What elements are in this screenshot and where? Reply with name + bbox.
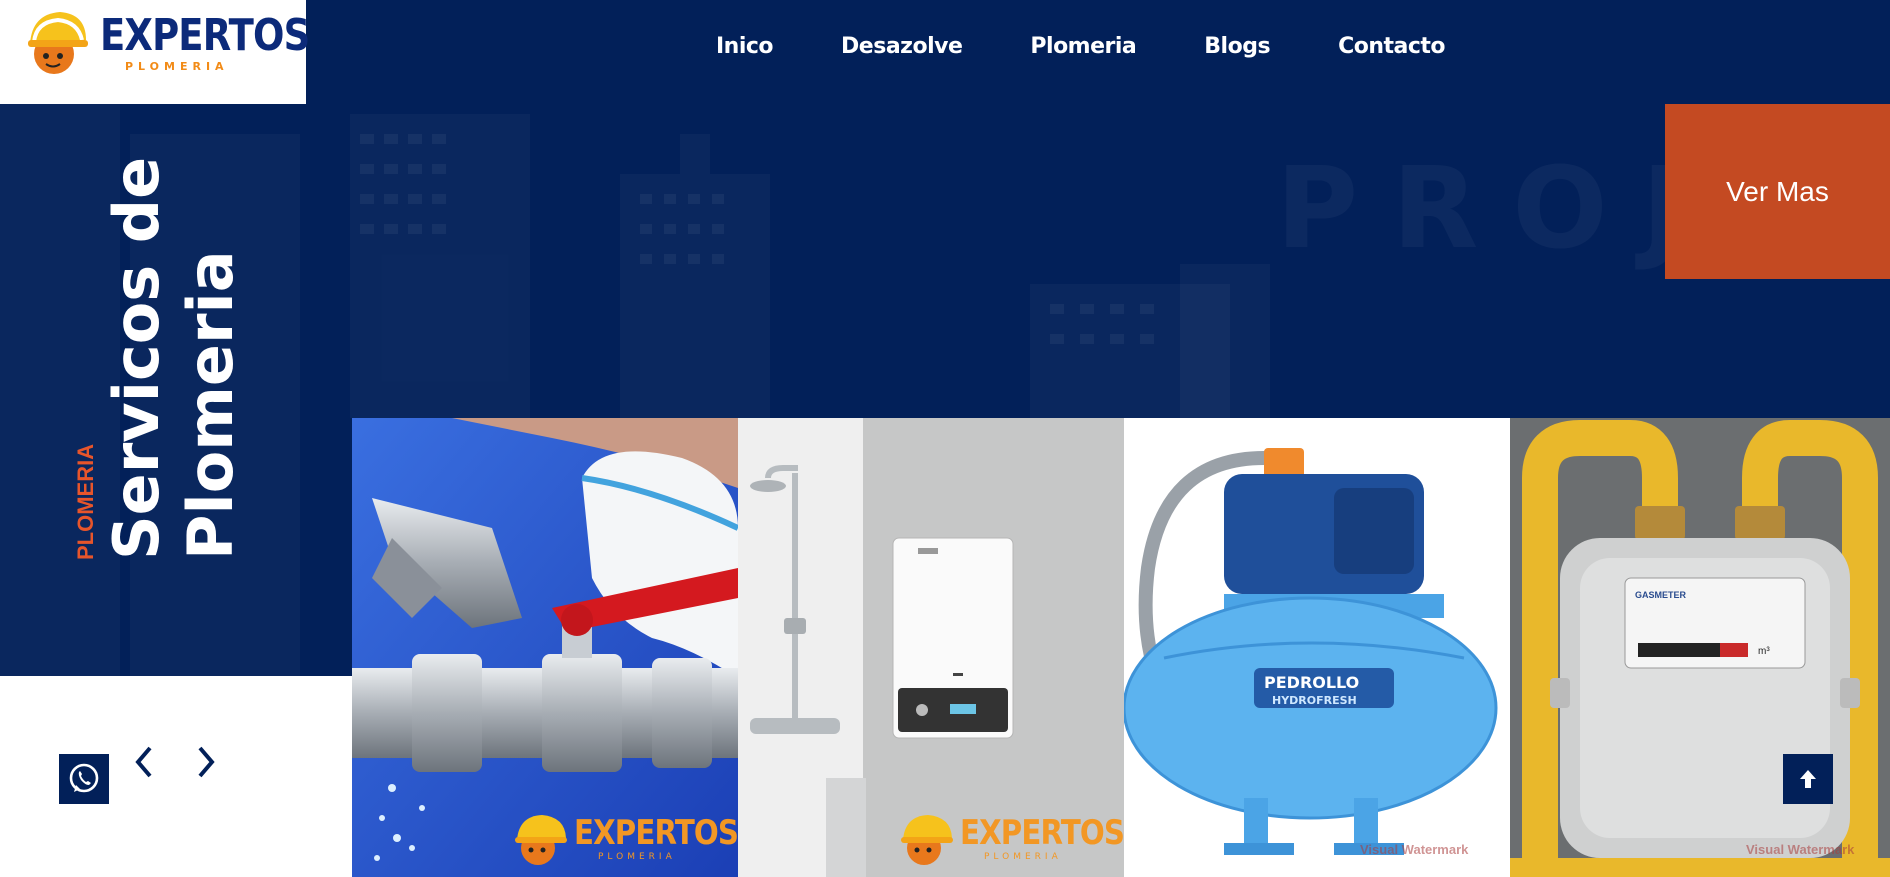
- chevron-left-icon: [135, 746, 152, 778]
- watermark-text: Visual Watermark: [1360, 842, 1469, 857]
- whatsapp-button[interactable]: [59, 754, 109, 804]
- pump-model-label: HYDROFRESH: [1272, 694, 1357, 707]
- mascot-icon: [28, 12, 88, 74]
- nav-item-blogs[interactable]: Blogs: [1204, 34, 1270, 59]
- valve-wrench-image: [352, 418, 738, 877]
- tile-brand-word: EXPERTOS: [960, 813, 1124, 853]
- hero-eyebrow: PLOMERIA: [73, 443, 98, 560]
- hero-title-line-2: Plomeria: [174, 250, 247, 560]
- main-nav: Inico Desazolve Plomeria Blogs Contacto: [716, 0, 1446, 92]
- gallery-tile-gas-meter[interactable]: GASMETER m³ Visual Watermark: [1510, 418, 1890, 877]
- gallery-tile-valve[interactable]: EXPERTOS PLOMERIA: [352, 418, 738, 877]
- chevron-right-icon: [198, 746, 215, 778]
- whatsapp-icon: [69, 763, 99, 793]
- meter-unit: m³: [1758, 646, 1770, 657]
- mascot-icon: [901, 815, 953, 865]
- ver-mas-button[interactable]: Ver Mas: [1665, 104, 1890, 279]
- tile-brand-sub: PLOMERIA: [984, 852, 1062, 862]
- nav-item-plomeria[interactable]: Plomeria: [1030, 34, 1136, 59]
- tile-brand-sub: PLOMERIA: [598, 852, 676, 862]
- hero-title-block: PLOMERIA Servicos de Plomeria: [72, 157, 248, 560]
- pump-brand-label: PEDROLLO: [1264, 673, 1359, 692]
- site-logo[interactable]: EXPERTOS PLOMERIA: [0, 0, 310, 104]
- gallery-tile-heater[interactable]: EXPERTOS PLOMERIA: [738, 418, 1124, 877]
- nav-item-inicio[interactable]: Inico: [716, 34, 774, 59]
- pressure-pump-image: PEDROLLO HYDROFRESH: [1124, 418, 1510, 877]
- gas-meter-image: GASMETER m³: [1510, 418, 1890, 877]
- nav-item-contacto[interactable]: Contacto: [1338, 34, 1445, 59]
- carousel-next-button[interactable]: [190, 740, 222, 784]
- site-header: EXPERTOS PLOMERIA Inico Desazolve Plomer…: [0, 0, 1890, 104]
- gallery-tile-pump[interactable]: PEDROLLO HYDROFRESH Visual Watermark: [1124, 418, 1510, 877]
- tile-brand-logo: EXPERTOS PLOMERIA: [512, 810, 738, 870]
- arrow-up-icon: [1800, 770, 1816, 788]
- carousel-prev-button[interactable]: [128, 740, 160, 784]
- nav-item-desazolve[interactable]: Desazolve: [841, 34, 963, 59]
- logo-tagline: PLOMERIA: [125, 60, 229, 73]
- tile-brand-logo: EXPERTOS PLOMERIA: [898, 810, 1124, 870]
- tile-brand-word: EXPERTOS: [574, 813, 738, 853]
- logo-wordmark: EXPERTOS: [100, 10, 310, 61]
- back-to-top-button[interactable]: [1783, 754, 1833, 804]
- hero-title-line-1: Servicos de: [100, 156, 173, 560]
- water-heater-image: [738, 418, 1124, 877]
- meter-label: GASMETER: [1635, 590, 1687, 600]
- hero-banner: PROJECTS: [0, 104, 1890, 418]
- mascot-icon: [515, 815, 567, 865]
- watermark-text: Visual Watermark: [1746, 842, 1855, 857]
- services-gallery: EXPERTOS PLOMERIA EXPERTOS PLOMERIA PEDR…: [352, 418, 1890, 877]
